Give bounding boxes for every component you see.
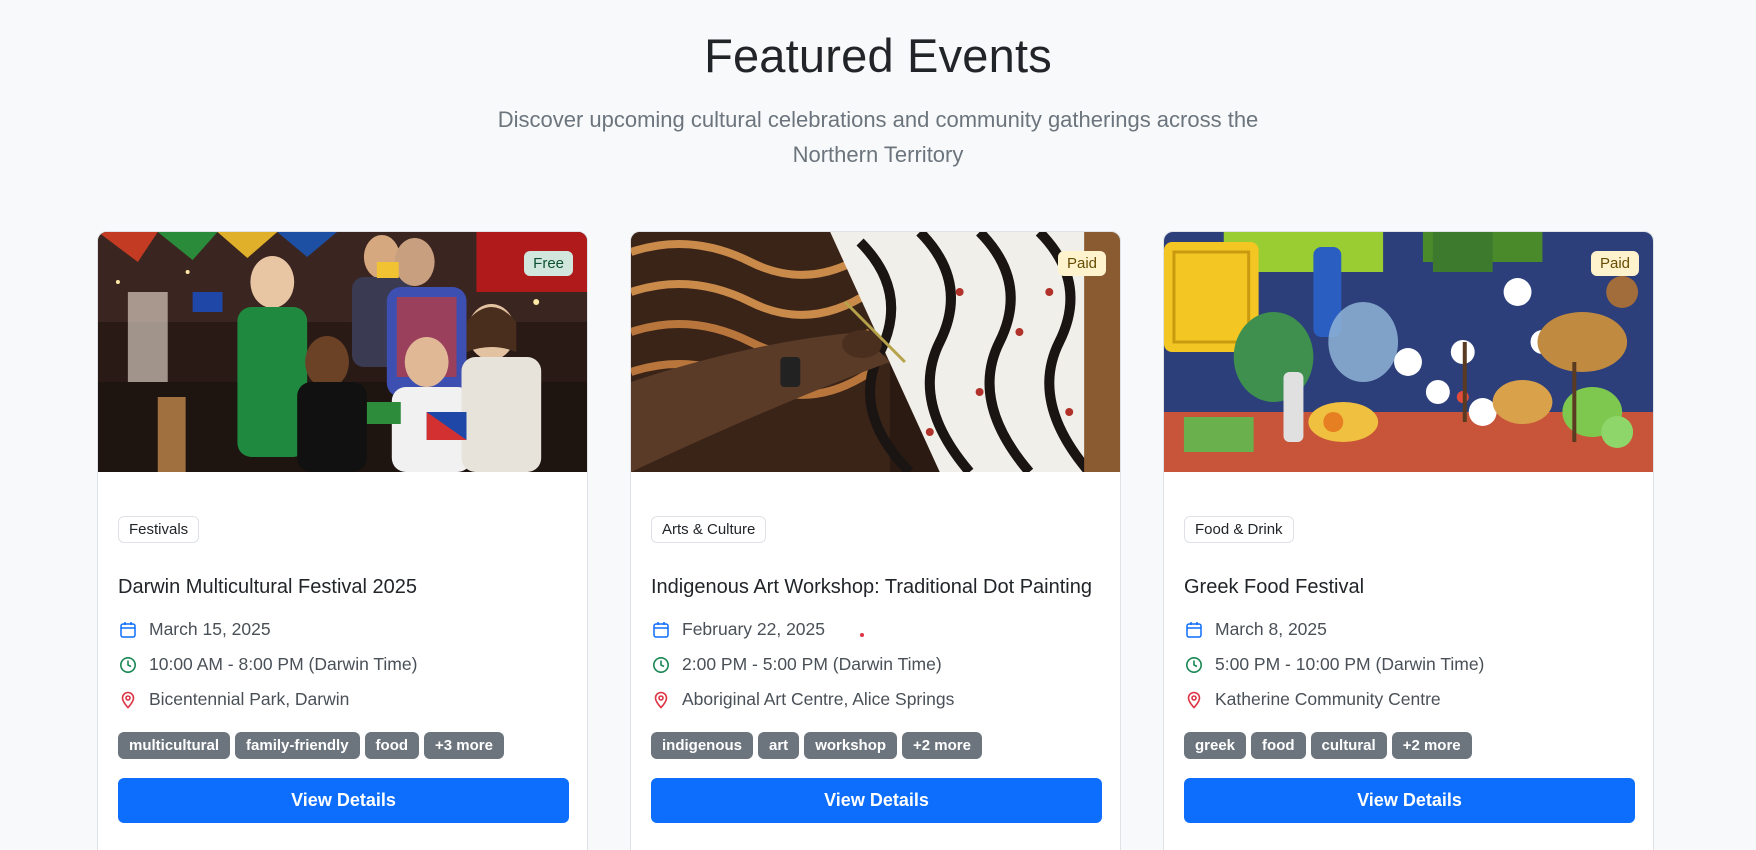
map-pin-icon bbox=[651, 690, 671, 710]
price-badge: Paid bbox=[1057, 251, 1106, 276]
calendar-icon bbox=[651, 620, 671, 640]
event-time: 10:00 AM - 8:00 PM (Darwin Time) bbox=[118, 654, 417, 675]
event-time: 5:00 PM - 10:00 PM (Darwin Time) bbox=[1184, 654, 1484, 675]
event-tags: indigenous art workshop +2 more bbox=[651, 732, 982, 759]
event-date-text: March 15, 2025 bbox=[149, 619, 271, 639]
section-subtitle: Discover upcoming cultural celebrations … bbox=[497, 107, 1259, 167]
event-card-multicultural-festival[interactable]: Free Festivals Darwin Multicultural Fest… bbox=[97, 231, 588, 850]
event-image-dot-painting[interactable]: Paid bbox=[631, 232, 1120, 472]
category-badge: Food & Drink bbox=[1184, 516, 1294, 543]
event-time: 2:00 PM - 5:00 PM (Darwin Time) bbox=[651, 654, 942, 675]
tag[interactable]: food bbox=[1251, 732, 1306, 759]
view-details-button[interactable]: View Details bbox=[118, 778, 569, 823]
calendar-icon bbox=[118, 620, 138, 640]
event-tags: multicultural family-friendly food +3 mo… bbox=[118, 732, 504, 759]
event-title[interactable]: Indigenous Art Workshop: Traditional Dot… bbox=[651, 576, 1092, 599]
event-location: Katherine Community Centre bbox=[1184, 689, 1441, 710]
event-time-text: 5:00 PM - 10:00 PM (Darwin Time) bbox=[1215, 654, 1485, 674]
events-page: Featured Events Discover upcoming cultur… bbox=[0, 0, 1756, 850]
event-card-greek-food-festival[interactable]: Paid Food & Drink Greek Food Festival Ma… bbox=[1163, 231, 1654, 850]
event-date: March 8, 2025 bbox=[1184, 619, 1327, 640]
cursor-dot bbox=[860, 633, 864, 637]
tag[interactable]: multicultural bbox=[118, 732, 231, 759]
event-date: February 22, 2025 bbox=[651, 619, 825, 640]
category-badge: Arts & Culture bbox=[651, 516, 767, 543]
price-badge: Free bbox=[524, 251, 573, 276]
calendar-icon bbox=[1184, 620, 1204, 640]
art-photo bbox=[631, 232, 1120, 472]
more-tags[interactable]: +2 more bbox=[1391, 732, 1472, 759]
tag[interactable]: indigenous bbox=[651, 732, 753, 759]
tag[interactable]: food bbox=[364, 732, 420, 759]
map-pin-icon bbox=[1184, 690, 1204, 710]
event-cards: Free Festivals Darwin Multicultural Fest… bbox=[97, 231, 1655, 850]
more-tags[interactable]: +3 more bbox=[424, 732, 504, 759]
event-tags: greek food cultural +2 more bbox=[1184, 732, 1472, 759]
event-location-text: Bicentennial Park, Darwin bbox=[149, 689, 350, 709]
tag[interactable]: greek bbox=[1184, 732, 1247, 759]
tag[interactable]: cultural bbox=[1310, 732, 1387, 759]
clock-icon bbox=[651, 655, 671, 675]
event-title[interactable]: Greek Food Festival bbox=[1184, 576, 1364, 599]
tag[interactable]: art bbox=[758, 732, 800, 759]
event-date-text: March 8, 2025 bbox=[1215, 619, 1327, 639]
event-card-art-workshop[interactable]: Paid Arts & Culture Indigenous Art Works… bbox=[630, 231, 1121, 850]
event-location: Aboriginal Art Centre, Alice Springs bbox=[651, 689, 954, 710]
view-details-button[interactable]: View Details bbox=[1184, 778, 1635, 823]
event-location-text: Katherine Community Centre bbox=[1215, 689, 1441, 709]
event-time-text: 10:00 AM - 8:00 PM (Darwin Time) bbox=[149, 654, 418, 674]
tag[interactable]: family-friendly bbox=[235, 732, 360, 759]
clock-icon bbox=[118, 655, 138, 675]
category-badge: Festivals bbox=[118, 516, 200, 543]
section-title: Featured Events bbox=[704, 29, 1052, 82]
clock-icon bbox=[1184, 655, 1204, 675]
food-photo bbox=[1164, 232, 1653, 472]
event-date-text: February 22, 2025 bbox=[682, 619, 826, 639]
map-pin-icon bbox=[118, 690, 138, 710]
event-image-festival-crowd[interactable]: Free bbox=[98, 232, 587, 472]
view-details-button[interactable]: View Details bbox=[651, 778, 1102, 823]
festival-photo bbox=[98, 232, 587, 472]
tag[interactable]: workshop bbox=[804, 732, 898, 759]
event-time-text: 2:00 PM - 5:00 PM (Darwin Time) bbox=[682, 654, 942, 674]
more-tags[interactable]: +2 more bbox=[902, 732, 982, 759]
price-badge: Paid bbox=[1590, 251, 1639, 276]
event-location-text: Aboriginal Art Centre, Alice Springs bbox=[682, 689, 955, 709]
event-date: March 15, 2025 bbox=[118, 619, 271, 640]
event-image-food-table[interactable]: Paid bbox=[1164, 232, 1653, 472]
event-location: Bicentennial Park, Darwin bbox=[118, 689, 349, 710]
event-title[interactable]: Darwin Multicultural Festival 2025 bbox=[118, 576, 417, 599]
